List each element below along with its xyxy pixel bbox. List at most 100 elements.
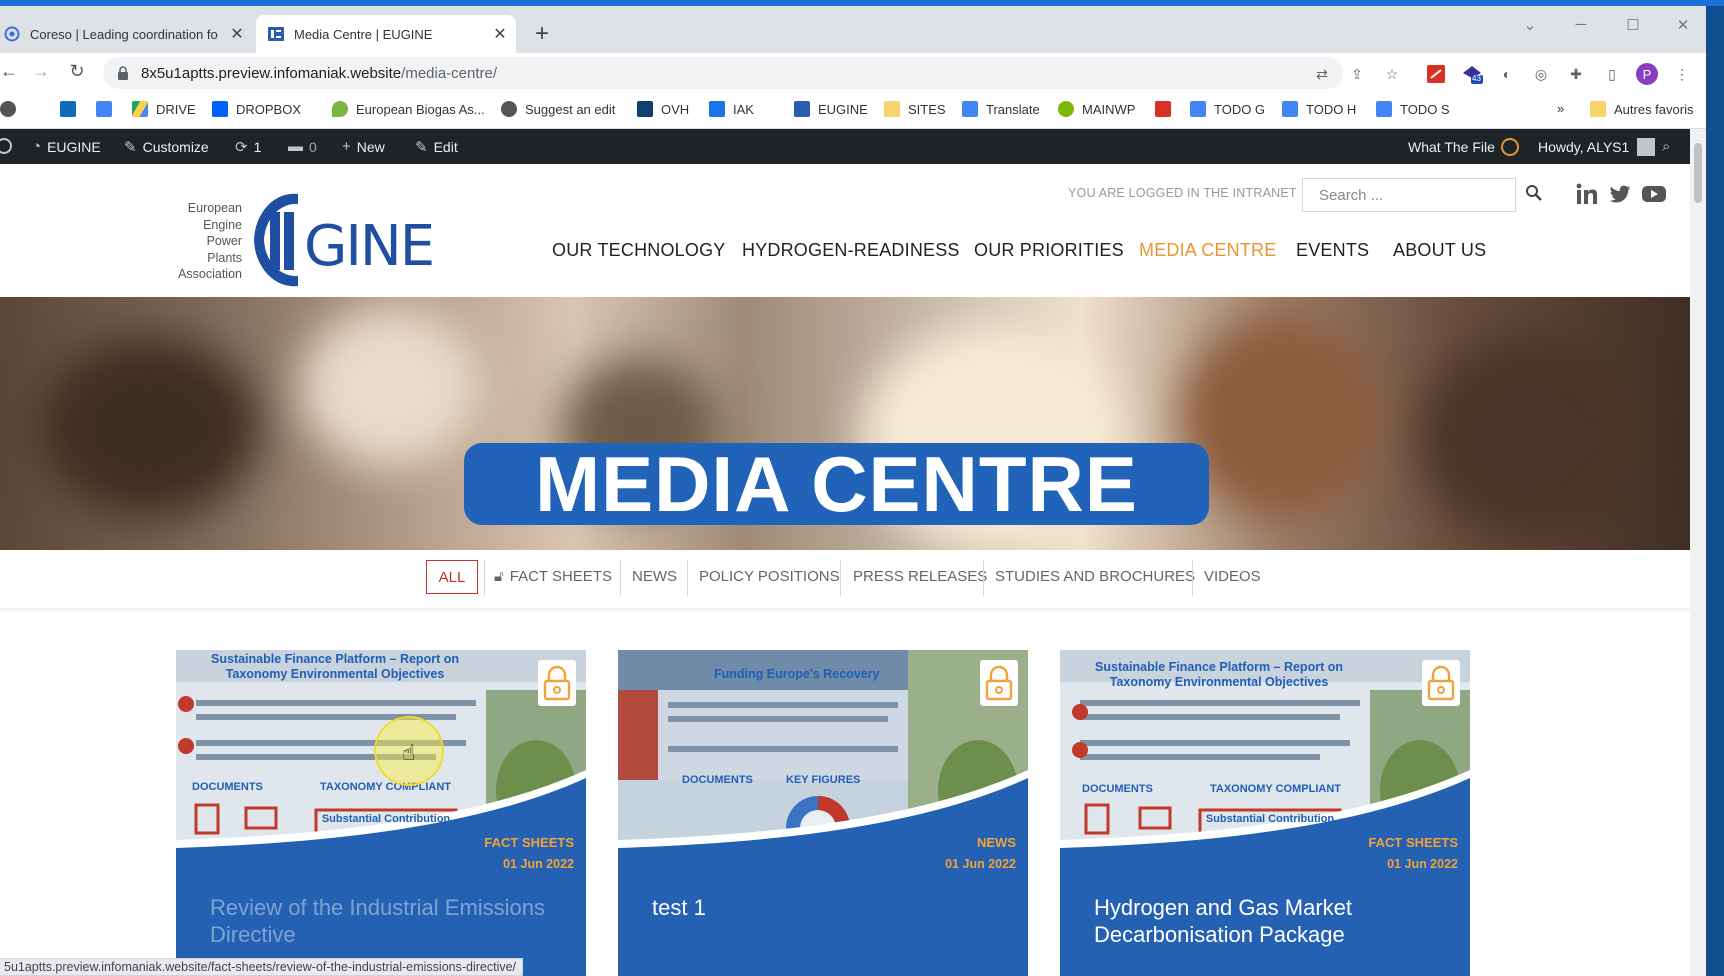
filter-all[interactable]: ALL — [426, 560, 478, 594]
bookmark-item[interactable] — [96, 101, 120, 117]
bookmark-item[interactable]: Suggest an edit — [501, 101, 615, 117]
drive-icon — [132, 101, 148, 117]
bookmark-item[interactable]: TODO H — [1282, 101, 1356, 117]
wp-new[interactable]: + New — [342, 138, 385, 155]
wp-what-the-file[interactable]: What The File — [1408, 138, 1519, 156]
filter-studies-and-brochures[interactable]: STUDIES AND BROCHURES — [995, 568, 1195, 585]
filter-policy-positions[interactable]: POLICY POSITIONS — [699, 568, 840, 585]
docs-icon — [96, 101, 112, 117]
bookmark-item[interactable]: SITES — [884, 101, 946, 117]
hero-title: MEDIA CENTRE — [464, 440, 1209, 528]
bookmark-item[interactable]: IAK — [709, 101, 754, 117]
page-scrollbar[interactable] — [1690, 129, 1706, 976]
bookmark-item[interactable]: EUGINE — [794, 101, 868, 117]
globe-icon — [501, 101, 517, 117]
wp-updates[interactable]: ⟳ 1 — [235, 138, 261, 156]
nav-hydrogen-readiness[interactable]: HYDROGEN-READINESS — [742, 240, 960, 261]
menu-kebab-icon[interactable]: ⋮ — [1671, 63, 1693, 85]
puzzle-ext-icon[interactable]: ◐ — [1496, 63, 1518, 85]
pencil-icon: ✎ — [415, 139, 428, 156]
tab-search-icon[interactable]: ⌄ — [1520, 16, 1540, 34]
search-input[interactable]: Search ... — [1302, 178, 1516, 212]
eugine-logo[interactable]: European Engine Power Plants Association… — [170, 190, 435, 294]
linkedin-icon[interactable] — [1574, 182, 1600, 206]
search-icon[interactable] — [1525, 184, 1543, 202]
other-bookmarks-folder[interactable]: Autres favoris — [1590, 101, 1693, 117]
reload-icon[interactable]: ↻ — [66, 61, 88, 82]
minimize-button[interactable]: ─ — [1571, 16, 1591, 33]
extension-badge-icon[interactable]: 43 — [1461, 63, 1483, 85]
youtube-icon[interactable] — [1641, 182, 1667, 206]
filter-news[interactable]: NEWS — [632, 568, 677, 585]
twitter-icon[interactable] — [1607, 182, 1633, 206]
bookmark-item[interactable]: European Biogas As... — [332, 101, 485, 117]
media-card[interactable]: Sustainable Finance Platform – Report on… — [176, 650, 586, 976]
bookmark-star-icon[interactable]: ☆ — [1381, 63, 1403, 85]
wp-comments[interactable]: ▬ 0 — [288, 138, 317, 155]
wp-admin-bar: ◔ EUGINE ✎ Customize ⟳ 1 ▬ 0 + New ✎ Edit What… — [0, 129, 1690, 164]
bookmark-item[interactable]: OVH — [637, 101, 689, 117]
media-card[interactable]: Funding Europe's Recovery DOCUMENTS KEY … — [618, 650, 1028, 976]
side-panel-icon[interactable]: ▯ — [1601, 63, 1623, 85]
nav-about-us[interactable]: ABOUT US — [1393, 240, 1486, 261]
wp-customize[interactable]: ✎ Customize — [124, 138, 209, 156]
scrollbar-thumb[interactable] — [1694, 143, 1702, 203]
share-icon[interactable]: ⇪ — [1346, 63, 1368, 85]
category-filter-bar: ALL 🔓︎ FACT SHEETS NEWS POLICY POSITIONS … — [0, 550, 1690, 608]
filter-videos[interactable]: VIDEOS — [1204, 568, 1261, 585]
filter-fact-sheets[interactable]: 🔓︎ FACT SHEETS — [494, 568, 612, 585]
tab-close-icon[interactable]: ✕ — [227, 24, 247, 44]
bookmark-item[interactable] — [0, 101, 24, 117]
new-tab-button[interactable]: + — [530, 22, 554, 46]
bookmark-item[interactable]: Translate — [962, 101, 1040, 117]
tab-coreso[interactable]: Coreso | Leading coordination fo ✕ — [0, 15, 253, 53]
card-title[interactable]: Hydrogen and Gas Market Decarbonisation … — [1094, 894, 1444, 948]
close-window-button[interactable]: ✕ — [1673, 16, 1693, 34]
pdf-extension-icon[interactable] — [1425, 63, 1447, 85]
tab-bar: Coreso | Leading coordination fo ✕ Media… — [0, 6, 1706, 53]
lock-icon — [538, 660, 576, 706]
forward-icon[interactable]: → — [30, 61, 52, 82]
media-card[interactable]: Sustainable Finance Platform – Report on… — [1060, 650, 1470, 976]
translate-page-icon[interactable]: ⇄ — [1311, 63, 1333, 85]
hand-cursor-icon: ☝︎ — [402, 740, 416, 765]
wp-search-icon[interactable]: ⌕ — [1662, 138, 1676, 155]
tab-media-centre[interactable]: Media Centre | EUGINE ✕ — [256, 15, 516, 53]
mainwp-icon — [1058, 101, 1074, 117]
bookmark-item[interactable]: DRIVE — [132, 101, 196, 117]
nav-media-centre[interactable]: MEDIA CENTRE — [1139, 240, 1276, 261]
bookmark-item[interactable]: DROPBOX — [212, 101, 301, 117]
bookmark-item[interactable] — [60, 101, 84, 117]
url-input[interactable]: 8x5u1aptts.preview.infomaniak.website/me… — [103, 57, 1343, 89]
bookmark-item[interactable]: TODO S — [1376, 101, 1450, 117]
card-thumbnail-label: KEY FIGURES — [786, 774, 861, 786]
dashboard-icon: ◔ — [32, 138, 42, 155]
wp-howdy[interactable]: Howdy, ALYS1 — [1538, 138, 1656, 156]
more-bookmarks-button[interactable]: » — [1557, 101, 1564, 116]
bookmark-item[interactable]: TODO G — [1190, 101, 1265, 117]
updates-icon: ⟳ — [235, 139, 248, 156]
globe-icon — [0, 101, 16, 117]
folder-icon — [884, 101, 900, 117]
nav-events[interactable]: EVENTS — [1296, 240, 1369, 261]
nav-our-priorities[interactable]: OUR PRIORITIES — [974, 240, 1124, 261]
filter-press-releases[interactable]: PRESS RELEASES — [853, 568, 987, 585]
card-thumbnail-label: DOCUMENTS — [1082, 783, 1153, 795]
address-bar-row: ← → ↻ 8x5u1aptts.preview.infomaniak.webs… — [0, 53, 1706, 93]
card-title[interactable]: test 1 — [652, 894, 1002, 921]
coreso-favicon-icon — [4, 26, 20, 42]
cookie-ext-icon[interactable]: ◎ — [1530, 63, 1552, 85]
bookmark-item[interactable]: MAINWP — [1058, 101, 1135, 117]
maximize-button[interactable]: ☐ — [1623, 16, 1643, 34]
bookmark-item[interactable] — [1155, 101, 1179, 117]
back-icon[interactable]: ← — [0, 61, 20, 82]
wordpress-logo-icon[interactable] — [0, 138, 18, 154]
profile-avatar[interactable]: P — [1636, 63, 1658, 85]
extensions-icon[interactable]: ✚ — [1565, 63, 1587, 85]
card-title[interactable]: Review of the Industrial Emissions Direc… — [210, 894, 560, 948]
tab-close-icon[interactable]: ✕ — [490, 24, 510, 44]
wp-site-name[interactable]: ◔ EUGINE — [32, 138, 101, 155]
wp-edit[interactable]: ✎ Edit — [415, 138, 458, 156]
ovh-icon — [637, 101, 653, 117]
nav-our-technology[interactable]: OUR TECHNOLOGY — [552, 240, 726, 261]
